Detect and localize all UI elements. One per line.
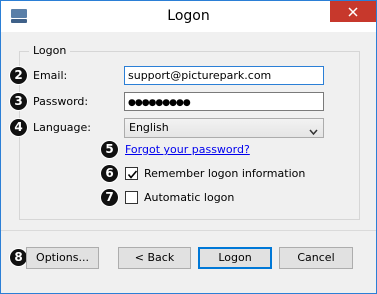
- cancel-button[interactable]: Cancel: [279, 247, 353, 269]
- automatic-logon-label[interactable]: Automatic logon: [144, 191, 234, 205]
- password-value: ●●●●●●●●●: [128, 98, 191, 108]
- email-label: Email:: [33, 69, 68, 82]
- language-selected-value: English: [129, 121, 169, 134]
- logon-button[interactable]: Logon: [198, 247, 272, 269]
- language-label: Language:: [33, 121, 91, 134]
- logon-dialog: Logon Logon 2 Email: support@picturepark…: [0, 0, 377, 294]
- remember-logon-label[interactable]: Remember logon information: [144, 167, 305, 181]
- password-field[interactable]: ●●●●●●●●●: [124, 92, 324, 111]
- chevron-down-icon: [309, 124, 318, 136]
- step-badge-8: 8: [10, 249, 27, 266]
- step-badge-2: 2: [10, 67, 27, 84]
- forgot-password-link[interactable]: Forgot your password?: [125, 143, 250, 157]
- step-badge-7: 7: [101, 189, 118, 206]
- automatic-logon-checkbox[interactable]: [125, 191, 138, 204]
- close-button[interactable]: [330, 1, 376, 22]
- footer-divider: [1, 230, 376, 231]
- back-button[interactable]: < Back: [118, 247, 191, 269]
- close-icon: [348, 6, 358, 17]
- options-button[interactable]: Options...: [26, 247, 99, 269]
- step-badge-3: 3: [10, 93, 27, 110]
- groupbox-label: Logon: [29, 44, 71, 57]
- step-badge-4: 4: [10, 119, 27, 136]
- email-field[interactable]: support@picturepark.com: [124, 66, 324, 85]
- language-select[interactable]: English: [124, 118, 324, 138]
- title-bar[interactable]: Logon: [1, 1, 376, 32]
- step-badge-6: 6: [101, 165, 118, 182]
- step-badge-5: 5: [101, 141, 118, 158]
- remember-logon-checkbox[interactable]: [125, 167, 138, 180]
- password-label: Password:: [33, 95, 89, 108]
- window-title: Logon: [167, 8, 210, 24]
- checkmark-icon: [127, 170, 138, 179]
